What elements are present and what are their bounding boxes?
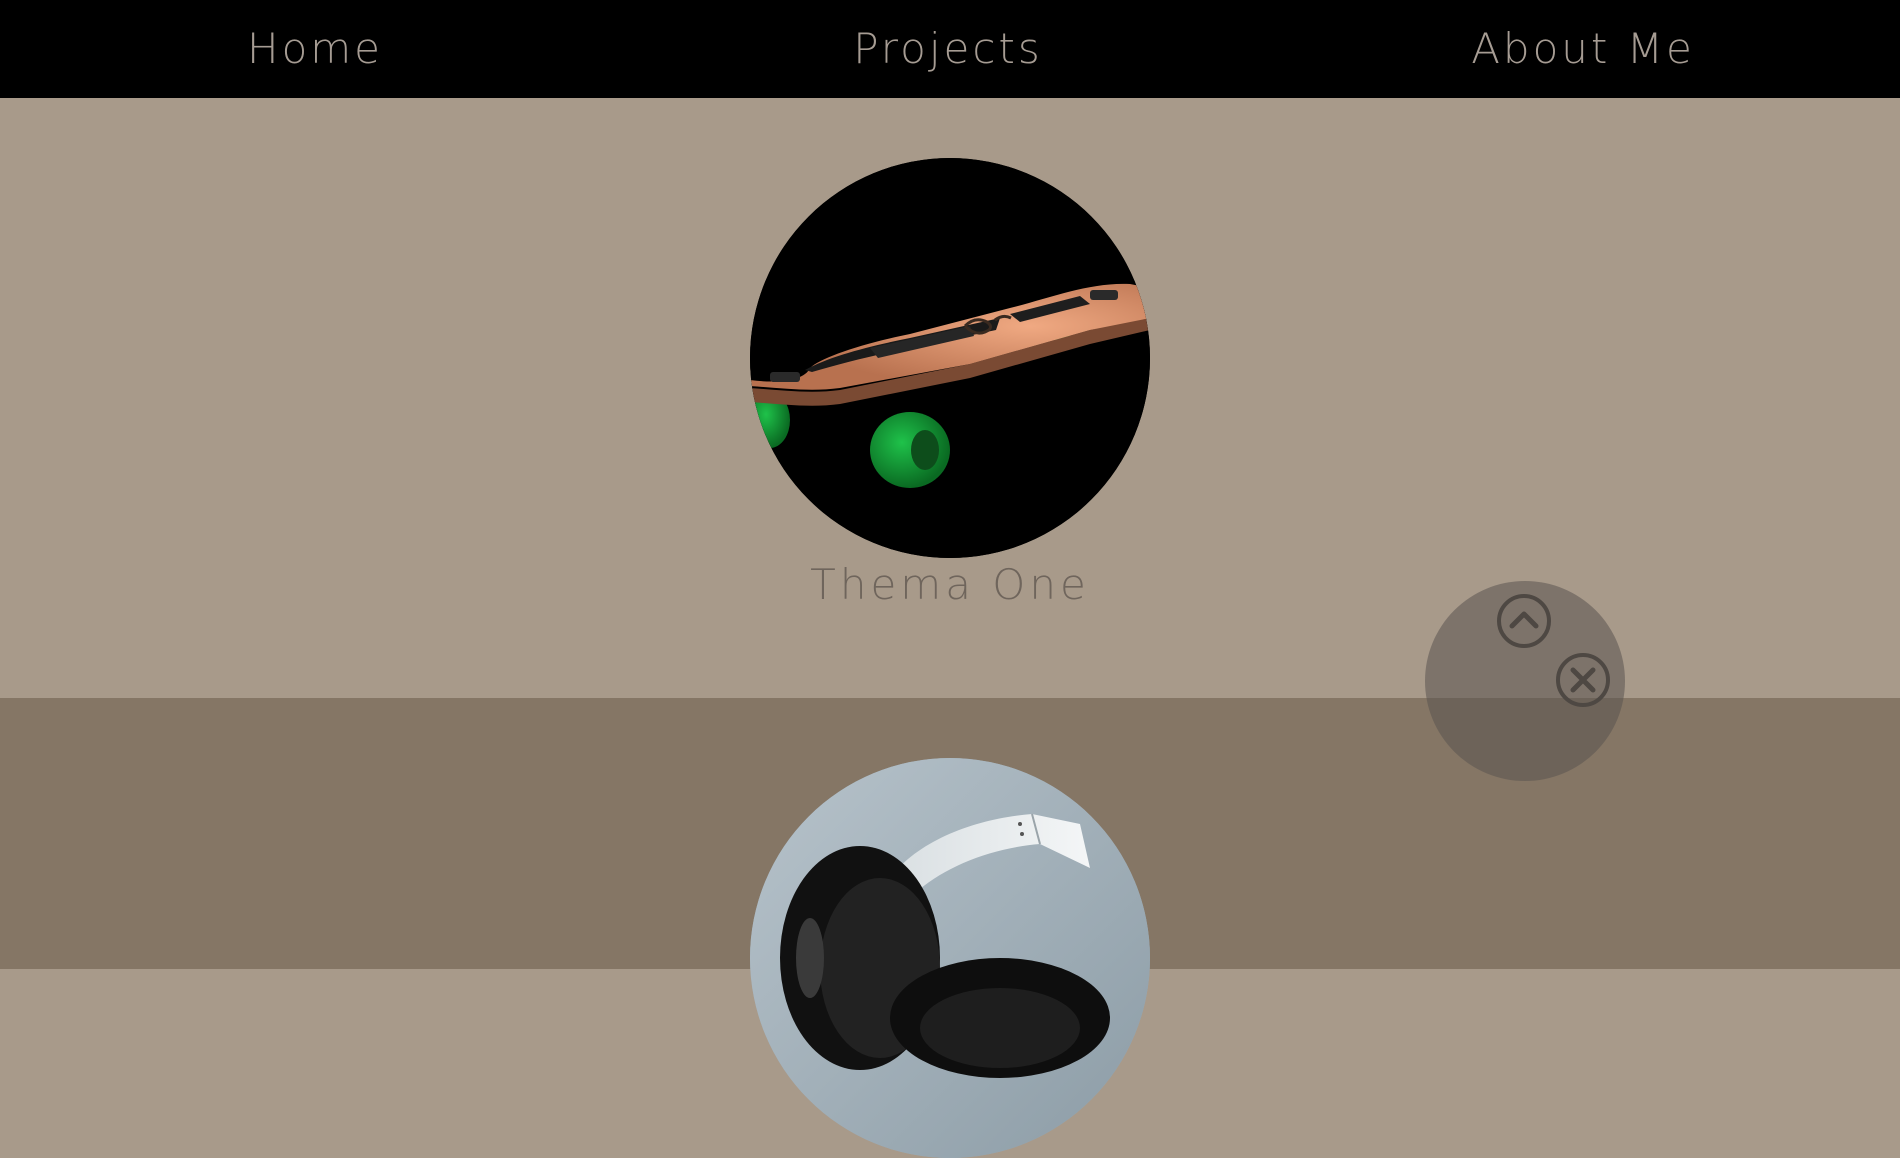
floating-controls [1425,581,1625,781]
project-section-two [0,698,1900,1158]
chevron-up-circle-icon[interactable] [1496,593,1552,649]
top-navigation: Home Projects About Me [0,0,1900,98]
project-title: Thema One [810,560,1090,609]
project-image-skateboard[interactable] [750,158,1150,558]
nav-about-link[interactable]: About Me [1471,22,1695,76]
nav-home-link[interactable]: Home [247,22,383,76]
project-image-headphones[interactable] [750,758,1150,1158]
skateboard-illustration [750,158,1150,558]
close-circle-icon[interactable] [1555,652,1611,708]
project-section-one: Thema One [0,98,1900,698]
headphones-illustration [750,758,1150,1158]
nav-projects-link[interactable]: Projects [853,22,1043,76]
